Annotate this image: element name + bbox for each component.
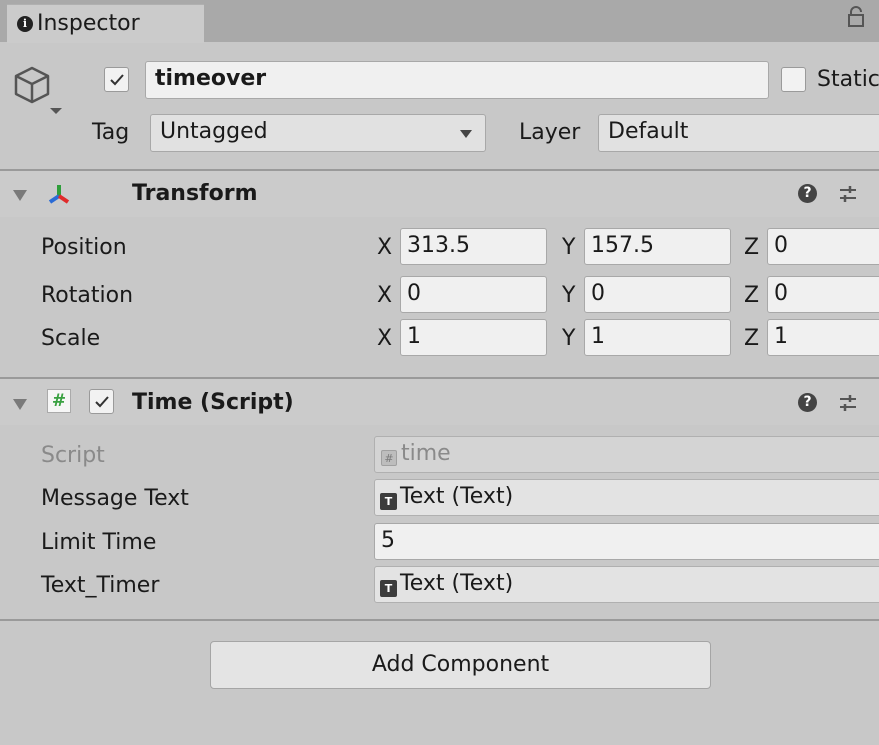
limit-time-label: Limit Time [41,530,157,555]
script-label: Script [41,443,105,468]
rotation-y-field[interactable]: 0 [584,276,731,313]
time-script-title: Time (Script) [132,390,294,415]
inspector-tab-label: Inspector [37,11,140,36]
position-label: Position [41,235,127,260]
layer-value: Default [608,119,689,144]
axis-z-label[interactable]: Z [744,326,759,351]
position-y-field[interactable]: 157.5 [584,228,731,265]
tag-label: Tag [92,120,130,145]
divider [0,619,879,621]
inspector-tab[interactable]: i Inspector [7,4,204,43]
foldout-arrow-icon[interactable] [13,190,27,201]
layer-dropdown[interactable]: Default [598,114,879,152]
tag-dropdown[interactable]: Untagged [150,114,486,152]
message-text-field[interactable]: T Text (Text) [374,479,879,516]
scale-label: Scale [41,326,101,351]
script-reference-value: time [401,441,451,466]
script-enabled-checkbox[interactable] [89,389,114,414]
help-icon[interactable]: ? [798,393,817,412]
axis-x-label[interactable]: X [377,235,392,260]
layer-label: Layer [519,120,581,145]
preset-sliders-icon[interactable] [838,393,858,417]
text-timer-field[interactable]: T Text (Text) [374,566,879,603]
message-text-value: Text (Text) [400,484,514,509]
scale-z-field[interactable]: 1 [767,319,879,356]
text-component-icon: T [380,493,397,510]
position-z-field[interactable]: 0 [767,228,879,265]
text-component-icon: T [380,580,397,597]
scale-y-field[interactable]: 1 [584,319,731,356]
foldout-arrow-icon[interactable] [13,399,27,410]
transform-header[interactable]: Transform ? [0,171,879,217]
script-hash-icon: # [47,389,71,413]
message-text-label: Message Text [41,486,189,511]
rotation-x-field[interactable]: 0 [400,276,547,313]
axis-x-label[interactable]: X [377,326,392,351]
script-hash-icon: # [381,450,397,466]
transform-axes-icon [44,179,74,213]
static-label: Static [817,67,879,92]
add-component-button[interactable]: Add Component [210,641,711,689]
limit-time-field[interactable]: 5 [374,523,879,560]
cube-icon[interactable] [10,62,62,116]
transform-title: Transform [132,181,258,206]
axis-y-label[interactable]: Y [562,283,575,308]
axis-z-label[interactable]: Z [744,283,759,308]
lock-icon[interactable] [847,6,865,34]
info-icon: i [17,16,33,32]
position-x-field[interactable]: 313.5 [400,228,547,265]
static-checkbox[interactable] [781,67,806,92]
text-timer-value: Text (Text) [400,571,514,596]
rotation-label: Rotation [41,283,134,308]
script-reference-field: # time [374,436,879,473]
rotation-z-field[interactable]: 0 [767,276,879,313]
axis-y-label[interactable]: Y [562,235,575,260]
scale-x-field[interactable]: 1 [400,319,547,356]
preset-sliders-icon[interactable] [838,184,858,208]
tag-value: Untagged [160,119,268,144]
help-icon[interactable]: ? [798,184,817,203]
axis-z-label[interactable]: Z [744,235,759,260]
chevron-down-icon [460,130,472,138]
axis-x-label[interactable]: X [377,283,392,308]
active-checkbox[interactable] [104,67,129,92]
text-timer-label: Text_Timer [41,573,160,598]
time-script-header[interactable]: # Time (Script) ? [0,379,879,425]
gameobject-name-field[interactable]: timeover [145,61,769,99]
axis-y-label[interactable]: Y [562,326,575,351]
